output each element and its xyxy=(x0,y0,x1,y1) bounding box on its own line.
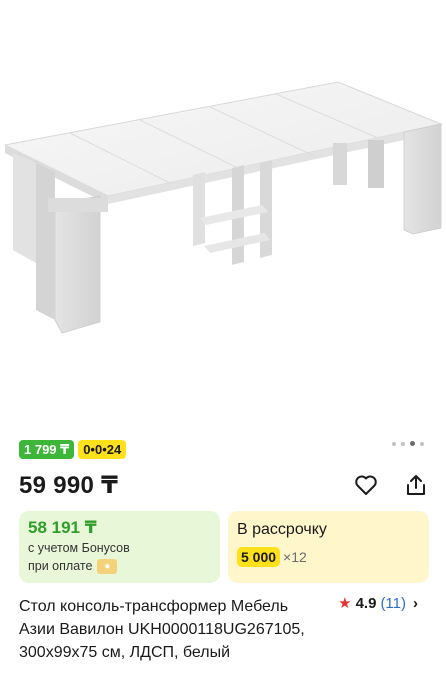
heart-icon xyxy=(355,475,377,495)
bonus-note-line1: с учетом Бонусов xyxy=(28,541,130,555)
installment-row: 5 000 ×12 xyxy=(237,547,420,567)
price-options: 58 191 ₸ с учетом Бонусов при оплате ● В… xyxy=(19,511,429,583)
bonus-note-line2: при оплате xyxy=(28,559,93,573)
table-illustration xyxy=(3,81,443,334)
gallery-dot[interactable] xyxy=(401,441,405,446)
share-icon xyxy=(407,475,425,495)
product-image[interactable] xyxy=(0,0,446,432)
bonus-price: 58 191 ₸ xyxy=(28,518,97,537)
product-price: 59 990 ₸ xyxy=(19,471,119,499)
product-title: Стол консоль-трансформер Мебель Азии Вав… xyxy=(19,598,305,661)
share-button[interactable] xyxy=(403,472,429,498)
rating-value: 4.9 xyxy=(355,594,377,612)
favorite-button[interactable] xyxy=(353,472,379,498)
gallery-pagination[interactable] xyxy=(392,441,424,446)
chevron-right-icon: › xyxy=(413,594,418,612)
gallery-dot-active[interactable] xyxy=(410,441,415,446)
installment-amount: 5 000 xyxy=(237,547,281,567)
product-actions xyxy=(353,472,429,498)
bonus-price-card[interactable]: 58 191 ₸ с учетом Бонусов при оплате ● xyxy=(19,511,220,583)
product-rating[interactable]: ★ 4.9 (11) › xyxy=(338,594,418,613)
installment-multiplier: ×12 xyxy=(283,549,307,565)
gallery-dot[interactable] xyxy=(420,441,424,446)
installment-term-badge: 0•0•24 xyxy=(78,440,127,459)
bonus-coin-icon: ● xyxy=(97,558,118,574)
bonus-note-line: при оплате ● xyxy=(28,557,211,575)
installment-card[interactable]: В рассрочку 5 000 ×12 xyxy=(228,511,429,583)
installment-title: В рассрочку xyxy=(237,521,327,538)
star-icon: ★ xyxy=(338,595,352,612)
gallery-dot[interactable] xyxy=(392,441,396,446)
credit-badges: 1 799 ₸ 0•0•24 xyxy=(19,440,127,459)
reviews-count[interactable]: (11) xyxy=(380,595,406,612)
price-row: 59 990 ₸ xyxy=(19,469,429,501)
monthly-payment-badge: 1 799 ₸ xyxy=(19,440,75,459)
